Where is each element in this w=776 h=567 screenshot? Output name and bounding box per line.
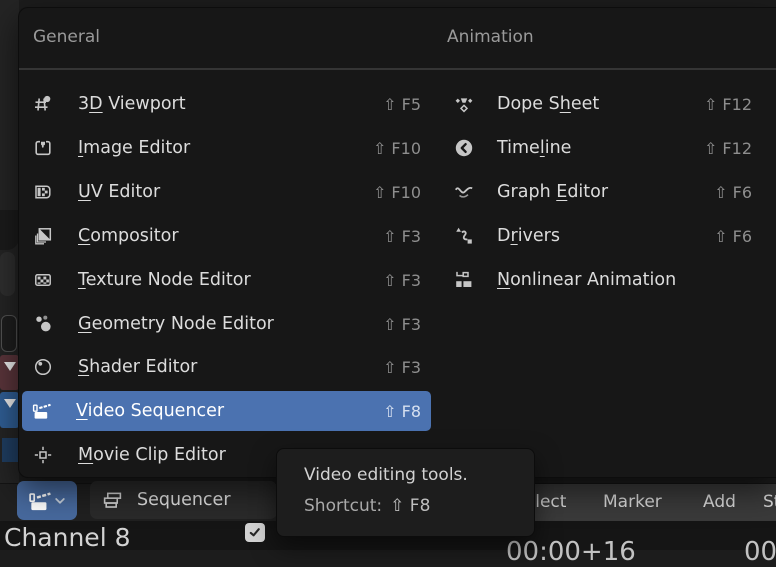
menu-section-general: General: [33, 27, 100, 47]
menu-item-uv-editor[interactable]: UV Editor ⇧ F10: [24, 172, 431, 212]
menu-item-compositor[interactable]: Compositor ⇧ F3: [24, 216, 431, 256]
sequencer-strips-icon: [102, 490, 123, 511]
menu-item-shortcut: ⇧ F6: [714, 183, 752, 202]
menu-item-drivers[interactable]: Drivers ⇧ F6: [446, 216, 754, 256]
shader-editor-icon: [33, 357, 53, 377]
menu-item-shortcut: ⇧ F10: [373, 183, 421, 202]
menu-item-label: Compositor: [78, 226, 179, 246]
compositor-icon: [33, 226, 53, 246]
menu-item-label: Drivers: [497, 226, 560, 246]
menu-item-texture-node-editor[interactable]: Texture Node Editor ⇧ F3: [24, 260, 431, 300]
tooltip-text: Video editing tools.: [304, 465, 534, 485]
menu-item-dope-sheet[interactable]: Dope Sheet ⇧ F12: [446, 84, 754, 124]
dope-sheet-icon: [454, 94, 474, 114]
movie-clip-editor-icon: [33, 445, 53, 465]
menu-item-image-editor[interactable]: Image Editor ⇧ F10: [24, 128, 431, 168]
triangle-down-icon: [4, 362, 16, 371]
menu-item-shortcut: ⇧ F3: [383, 315, 421, 334]
menu-item-shortcut: ⇧ F3: [383, 358, 421, 377]
menu-item-nonlinear-animation[interactable]: Nonlinear Animation: [446, 260, 754, 300]
view-mode-selector[interactable]: Sequencer: [90, 481, 277, 519]
uv-editor-icon: [33, 182, 53, 202]
menu-item-shortcut: ⇧ F10: [373, 139, 421, 158]
nonlinear-animation-icon: [454, 270, 474, 290]
menu-item-shortcut: ⇧ F12: [704, 95, 752, 114]
menu-item-geometry-node-editor[interactable]: Geometry Node Editor ⇧ F3: [24, 304, 431, 344]
menu-strip[interactable]: Strip: [763, 492, 776, 512]
panel-corner-notch: [0, 210, 19, 250]
menu-item-video-sequencer[interactable]: Video Sequencer ⇧ F8: [22, 391, 431, 431]
collapsed-panel-button[interactable]: [0, 252, 15, 296]
menu-item-label: Shader Editor: [78, 357, 197, 377]
menu-item-shortcut: ⇧ F6: [714, 227, 752, 246]
view-mode-label: Sequencer: [137, 490, 231, 510]
menu-item-graph-editor[interactable]: Graph Editor ⇧ F6: [446, 172, 754, 212]
menu-item-shortcut: ⇧ F5: [383, 95, 421, 114]
tooltip: Video editing tools. Shortcut:⇧ F8: [276, 448, 535, 537]
blue-strip-swatch[interactable]: [0, 392, 19, 428]
graph-editor-icon: [454, 182, 474, 202]
timeline-icon: [454, 138, 474, 158]
3d-viewport-icon: [33, 94, 53, 114]
menu-item-label: Graph Editor: [497, 182, 608, 202]
menu-marker[interactable]: Marker: [603, 492, 662, 512]
video-sequencer-icon: [31, 401, 51, 421]
menu-section-animation: Animation: [447, 27, 534, 47]
drivers-icon: [454, 226, 474, 246]
texture-node-editor-icon: [33, 270, 53, 290]
tooltip-shortcut: Shortcut:⇧ F8: [304, 496, 534, 516]
menu-item-label: 3D Viewport: [78, 94, 186, 114]
menu-item-3d-viewport[interactable]: 3D Viewport ⇧ F5: [24, 84, 431, 124]
video-sequencer-icon: [27, 489, 51, 513]
menu-item-label: Nonlinear Animation: [497, 270, 676, 290]
menu-item-label: Texture Node Editor: [78, 270, 251, 290]
menu-item-label: UV Editor: [78, 182, 160, 202]
menu-add[interactable]: Add: [703, 492, 736, 512]
menu-item-shortcut: ⇧ F12: [704, 139, 752, 158]
menu-item-label: Image Editor: [78, 138, 190, 158]
menu-item-shortcut: ⇧ F8: [383, 402, 421, 421]
channel-checkbox[interactable]: [245, 523, 265, 542]
menu-item-shortcut: ⇧ F3: [383, 271, 421, 290]
maroon-strip-swatch[interactable]: [0, 355, 19, 390]
timecode: 00:00+16: [506, 537, 636, 567]
menu-item-label: Video Sequencer: [76, 401, 224, 421]
menu-item-label: Dope Sheet: [497, 94, 599, 114]
menu-item-label: Movie Clip Editor: [78, 445, 226, 465]
menu-item-label: Timeline: [497, 138, 571, 158]
geometry-node-editor-icon: [33, 314, 53, 334]
menu-item-timeline[interactable]: Timeline ⇧ F12: [446, 128, 754, 168]
chevron-down-icon: [53, 494, 67, 508]
menu-item-shader-editor[interactable]: Shader Editor ⇧ F3: [24, 347, 431, 387]
timecode-right: 00:0: [744, 537, 776, 567]
menu-item-label: Geometry Node Editor: [78, 314, 274, 334]
menu-separator: [19, 68, 776, 70]
triangle-down-icon: [4, 399, 16, 408]
check-icon: [247, 525, 263, 540]
outlined-field-edge[interactable]: [1, 315, 17, 352]
image-editor-icon: [33, 138, 53, 158]
navy-strip-swatch: [2, 438, 19, 462]
editor-type-button[interactable]: [17, 481, 77, 520]
channel-label: Channel 8: [4, 523, 131, 552]
menu-item-shortcut: ⇧ F3: [383, 227, 421, 246]
